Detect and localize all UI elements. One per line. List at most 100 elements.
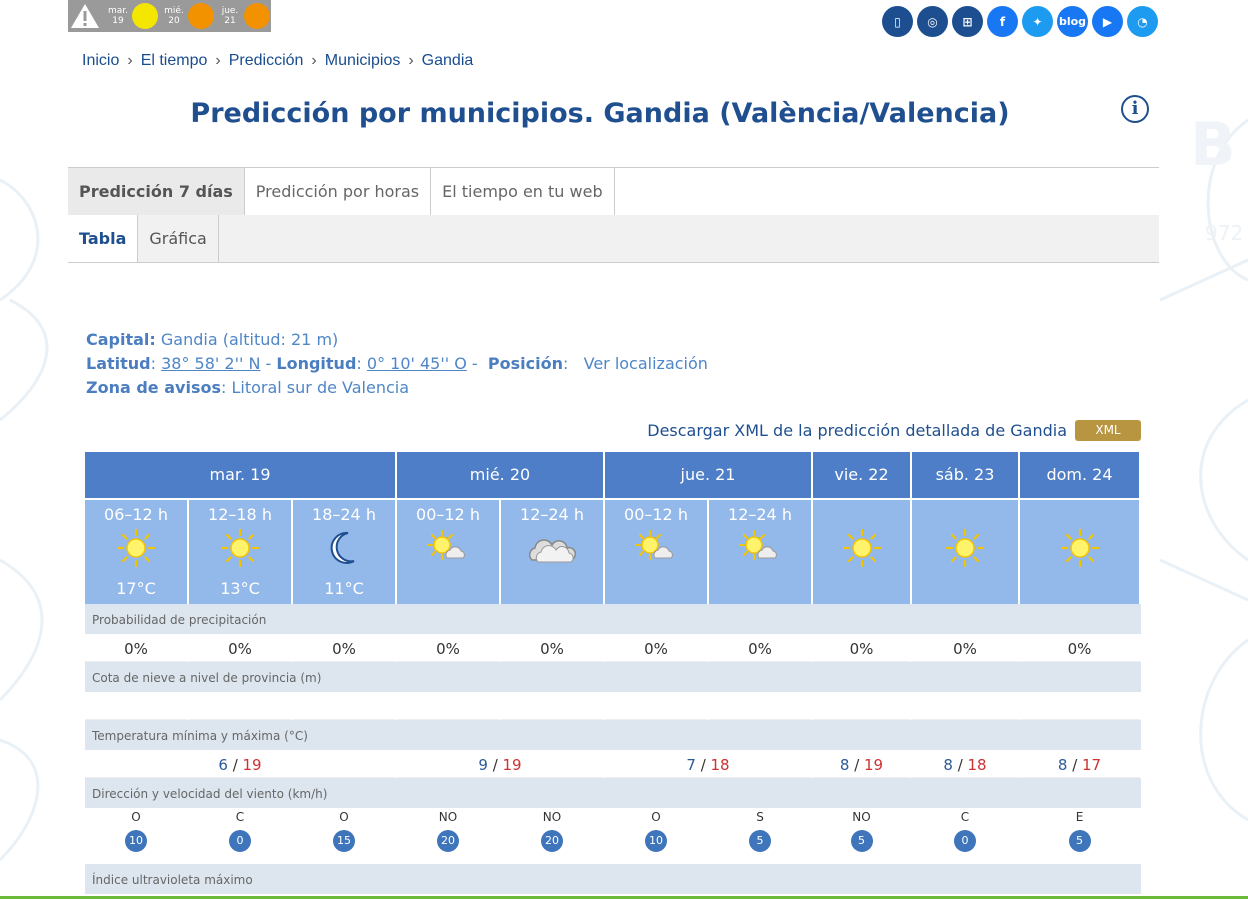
wind-direction: O	[651, 810, 661, 824]
temp-min: 7	[686, 756, 696, 774]
wind-cell: O 10	[605, 808, 709, 864]
subtab-0[interactable]: Tabla	[68, 215, 139, 262]
temp-minmax: 8 / 17	[1020, 750, 1141, 778]
alert-day[interactable]: jue. 21	[218, 3, 270, 29]
youtube-icon[interactable]: ▶	[1092, 6, 1123, 37]
wind-speed: 5	[749, 830, 771, 852]
snow-value	[709, 692, 813, 720]
xml-download-link[interactable]: Descargar XML de la predicción detallada…	[647, 421, 1067, 440]
wind-cell: NO 20	[501, 808, 605, 864]
warning-zone-value: Litoral sur de Valencia	[231, 378, 410, 397]
longitude-label: Longitud	[276, 354, 357, 373]
xml-button[interactable]: XML	[1075, 420, 1141, 441]
mobile-icon[interactable]: ▯	[882, 6, 913, 37]
temp-minmax: 9 / 19	[397, 750, 605, 778]
temp-max: 19	[242, 756, 262, 774]
wind-speed: 10	[125, 830, 147, 852]
alert-day-name: jue.	[221, 6, 239, 16]
sitemap-icon[interactable]: ⊞	[952, 6, 983, 37]
precip-value: 0%	[1020, 634, 1141, 662]
alert-level-dot	[132, 3, 158, 29]
wind-cell: NO 5	[813, 808, 912, 864]
wind-speed: 5	[1068, 830, 1091, 852]
temp-minmax: 7 / 18	[605, 750, 813, 778]
precip-value: 0%	[501, 634, 605, 662]
tab-0[interactable]: Predicción 7 días	[68, 168, 245, 215]
rss-icon[interactable]: ◔	[1127, 6, 1158, 37]
temp-max: 17	[1082, 756, 1102, 774]
period-hours: 12–24 h	[728, 505, 792, 524]
period-hours: 12–24 h	[520, 505, 584, 524]
tab-1[interactable]: Predicción por horas	[245, 168, 432, 215]
temp-max: 19	[864, 756, 884, 774]
wind-direction: O	[339, 810, 349, 824]
snow-label: Cota de nieve a nivel de provincia (m)	[85, 662, 1141, 692]
sub-tabs: Tabla Gráfica	[68, 215, 1159, 263]
temp-minmax: 8 / 19	[813, 750, 912, 778]
sun-icon	[1020, 528, 1139, 568]
alert-day[interactable]: mié. 20	[162, 3, 214, 29]
sun-icon	[813, 528, 910, 568]
temp-min: 8	[839, 756, 850, 774]
snow-value	[813, 692, 912, 720]
wind-direction: C	[235, 810, 245, 824]
location-info: Capital: Gandia (altitud: 21 m) Latitud:…	[86, 330, 708, 397]
day-header: vie. 22	[813, 452, 912, 498]
sun-cloud-icon	[709, 528, 811, 568]
longitude-value: 0° 10' 45'' O	[366, 354, 467, 373]
subtab-1[interactable]: Gráfica	[138, 215, 219, 262]
day-header: sáb. 23	[912, 452, 1020, 498]
blog-icon[interactable]: blog	[1057, 6, 1088, 37]
forecast-table: mar. 19 mié. 20 jue. 21 vie. 22 sáb. 23 dom. …	[85, 452, 1141, 894]
temp-max: 18	[967, 756, 987, 774]
period-temp: 13°C	[220, 579, 260, 598]
breadcrumb-item[interactable]: Predicción	[229, 52, 304, 69]
period-hours	[813, 505, 910, 524]
satellite-icon[interactable]: ◎	[917, 6, 948, 37]
breadcrumb-item[interactable]: El tiempo	[141, 52, 208, 69]
alert-level-dot	[244, 3, 270, 29]
period-cell: 12–18 h 13°C	[189, 498, 293, 604]
wind-cell: C0	[912, 808, 1020, 864]
wind-direction: NO	[542, 810, 562, 824]
sun-cloud-icon	[397, 528, 499, 568]
breadcrumb: Inicio › El tiempo › Predicción › Municipios › G…	[82, 52, 481, 70]
period-cell: 00–12 h	[397, 498, 501, 604]
precip-value: 0%	[912, 634, 1020, 662]
period-cell: 12–24 h	[709, 498, 813, 604]
precip-value: 0%	[813, 634, 912, 662]
sun-icon	[85, 528, 187, 568]
period-hours: 00–12 h	[416, 505, 480, 524]
info-icon[interactable]: i	[1121, 95, 1149, 123]
twitter-icon[interactable]: ✦	[1022, 6, 1053, 37]
day-header: dom. 24	[1020, 452, 1141, 498]
alert-level-dot	[188, 3, 214, 29]
tab-2[interactable]: El tiempo en tu web	[431, 168, 615, 215]
warning-zone-label: Zona de avisos	[86, 378, 221, 397]
period-cell: 00–12 h	[605, 498, 709, 604]
breadcrumb-item[interactable]: Inicio	[82, 52, 119, 69]
facebook-icon[interactable]: f	[987, 6, 1018, 37]
sun-icon	[189, 528, 291, 568]
map-location-link[interactable]: Ver localización	[584, 354, 708, 373]
wind-speed: 20	[437, 830, 459, 852]
period-cell	[813, 498, 912, 604]
wind-cell: C0	[189, 808, 293, 864]
breadcrumb-separator: ›	[127, 52, 133, 69]
breadcrumb-item[interactable]: Municipios	[325, 52, 401, 69]
alert-day-name: mié.	[164, 6, 184, 16]
precip-value: 0%	[189, 634, 293, 662]
breadcrumb-item[interactable]: Gandia	[422, 52, 474, 69]
alert-day-number: 20	[168, 16, 180, 26]
weather-alerts-bar[interactable]: mar. 19 mié. 20 jue. 21	[68, 0, 271, 32]
precip-value: 0%	[709, 634, 813, 662]
alert-day[interactable]: mar. 19	[106, 3, 158, 29]
temp-min: 8	[1057, 756, 1068, 774]
period-cell	[1020, 498, 1141, 604]
wind-cell: S5	[709, 808, 813, 864]
sun-icon	[912, 528, 1018, 568]
temp-minmax: 8 / 18	[912, 750, 1020, 778]
snow-value	[293, 692, 397, 720]
wind-direction: NO	[852, 810, 871, 824]
breadcrumb-separator: ›	[215, 52, 221, 69]
